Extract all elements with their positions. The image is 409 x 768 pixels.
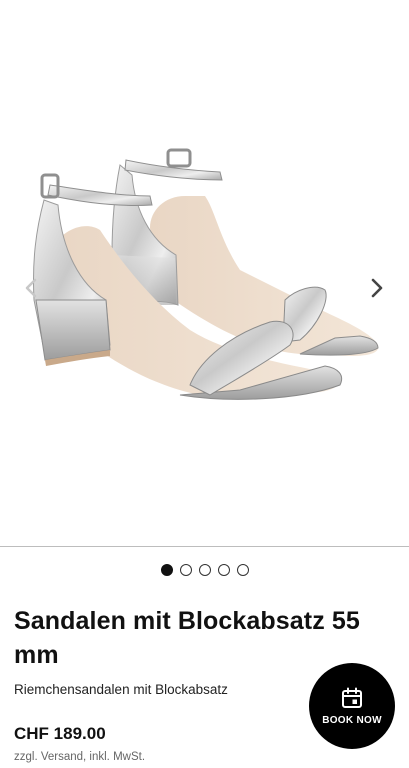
product-image-gallery[interactable] xyxy=(0,0,409,547)
gallery-divider xyxy=(0,546,409,547)
pagination-dot-4[interactable] xyxy=(217,564,230,576)
product-image xyxy=(32,148,379,400)
chevron-left-icon xyxy=(25,278,37,298)
product-price: CHF 189.00 xyxy=(14,724,106,743)
tax-note: zzgl. Versand, inkl. MwSt. xyxy=(14,751,146,763)
chevron-right-icon xyxy=(371,278,383,298)
gallery-next-button[interactable] xyxy=(362,270,392,306)
gallery-prev-button[interactable] xyxy=(16,270,46,306)
calendar-icon xyxy=(342,687,362,708)
pagination-dot-5[interactable] xyxy=(236,564,249,576)
book-now-button[interactable]: BOOK NOW xyxy=(309,663,395,749)
pagination-dot-1[interactable] xyxy=(160,564,173,576)
gallery-pagination xyxy=(0,564,409,576)
pagination-dot-3[interactable] xyxy=(198,564,211,576)
pagination-dot-2[interactable] xyxy=(179,564,192,576)
book-now-label: BOOK NOW xyxy=(322,714,382,726)
product-title: Sandalen mit Blockabsatz 55 mm xyxy=(14,607,360,669)
product-subtitle: Riemchensandalen mit Blockabsatz xyxy=(14,682,228,697)
